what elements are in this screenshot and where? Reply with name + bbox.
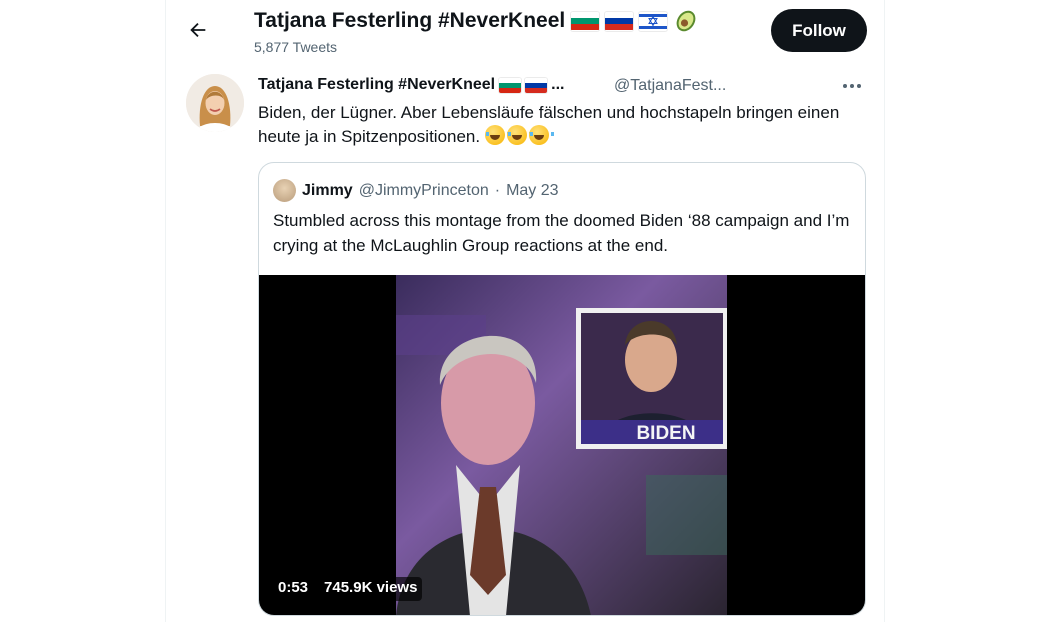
tweet-text: Biden, der Lügner. Aber Lebensläufe fäls… [258,101,858,149]
video-frame: BIDEN [396,275,727,615]
laughing-emoji-icon [528,125,554,145]
page-title: Tatjana Festerling #NeverKneel [254,9,566,32]
video-player[interactable]: BIDEN 0:53 745.9K views [259,275,865,615]
back-button[interactable] [180,12,216,48]
avatar[interactable] [186,74,244,132]
quoted-tweet[interactable]: Jimmy @JimmyPrinceton · May 23 Stumbled … [258,162,866,616]
bulgaria-flag-icon [499,77,522,93]
quoted-tweet-header: Jimmy @JimmyPrinceton · May 23 [273,179,559,202]
more-button[interactable] [838,74,866,98]
quoted-author-handle: @JimmyPrinceton [358,181,489,199]
video-duration: 0:53 [273,577,314,601]
quoted-separator: · [494,181,501,199]
tweet-author-label: Tatjana Festerling #NeverKneel [258,76,496,93]
profile-header: Tatjana Festerling #NeverKneel 5,877 Twe… [166,0,886,66]
tweet-author-handle[interactable]: @TatjanaFest... [614,77,726,95]
laughing-emoji-icon [506,125,532,145]
bulgaria-flag-icon [571,11,600,31]
tweet-header: Tatjana Festerling #NeverKneel ... @Tatj… [258,76,868,98]
tweet-author-name[interactable]: Tatjana Festerling #NeverKneel ... [258,76,564,94]
header-title-row: Tatjana Festerling #NeverKneel [254,8,699,34]
video-views: 745.9K views [319,577,423,601]
avocado-icon [676,10,696,32]
main-column: Tatjana Festerling #NeverKneel 5,877 Twe… [165,0,885,622]
emoji-group [484,125,554,145]
tweet-count: 5,877 Tweets [254,39,338,55]
back-arrow-icon [190,22,206,38]
russia-flag-icon [605,11,634,31]
israel-flag-icon [639,11,668,31]
quoted-tweet-text: Stumbled across this montage from the do… [273,211,850,255]
more-icon [843,84,861,88]
video-caption: BIDEN [636,423,695,444]
laughing-emoji-icon [484,125,510,145]
quoted-avatar [273,179,296,202]
quoted-author-name: Jimmy [302,181,353,199]
quoted-date: May 23 [506,181,559,199]
video-stats: 0:53 745.9K views [273,577,423,601]
follow-button[interactable]: Follow [771,9,867,52]
russia-flag-icon [525,77,548,93]
name-truncation: ... [551,76,565,93]
